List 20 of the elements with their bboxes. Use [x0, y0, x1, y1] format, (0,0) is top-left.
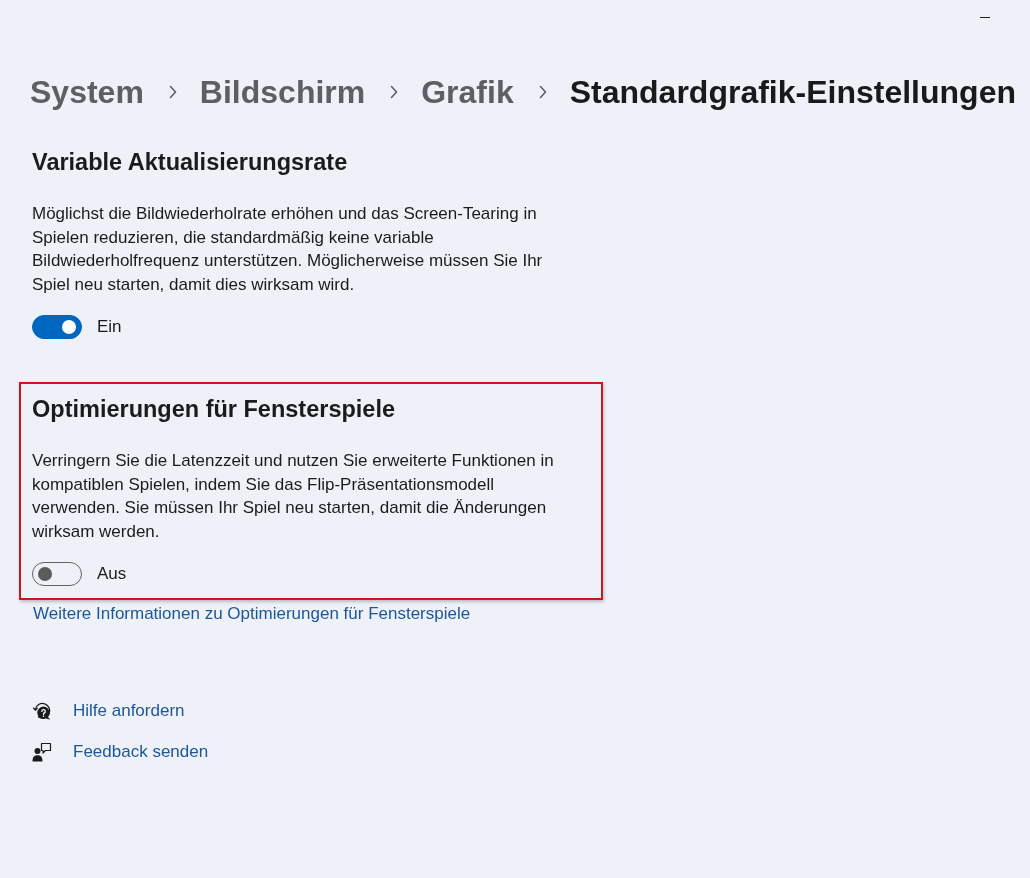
breadcrumb-link[interactable]: System: [30, 72, 144, 112]
help-link[interactable]: Feedback senden: [73, 740, 209, 763]
breadcrumb-link[interactable]: Bildschirm: [199, 72, 366, 112]
breadcrumb-link[interactable]: Grafik: [421, 72, 514, 112]
info-link[interactable]: Weitere Informationen zu Optimierungen für Fensterspiele: [33, 603, 471, 625]
toggle-switch[interactable]: [32, 315, 82, 339]
minimize-icon[interactable]: [980, 16, 990, 18]
help-link[interactable]: Hilfe anfordern: [73, 699, 185, 722]
chevron-icon: [390, 85, 399, 99]
section-description: Verringern Sie die Latenzzeit und nutzen Sie erweiterte Funktionen in kompatiblen Spielen, indem Sie das Flip-Präsentationsmodell verwenden. Sie müssen Ihr Spiel neu starten, damit die Änderungen wirksam werden.: [32, 450, 555, 543]
help-bubble-icon: [32, 700, 52, 721]
chevron-icon: [538, 85, 547, 99]
feedback-person-icon: [32, 741, 52, 762]
chevron-icon: [168, 85, 177, 99]
toggle-state-label: Ein: [97, 316, 122, 338]
section-title: Variable Aktualisierungsrate: [32, 148, 348, 177]
breadcrumb-current: Standardgrafik-Einstellungen: [569, 73, 1016, 112]
section-title: Optimierungen für Fensterspiele: [32, 395, 395, 424]
toggle-state-label: Aus: [97, 563, 127, 585]
section-description: Möglichst die Bildwiederholrate erhöhen und das Screen-Tearing in Spielen reduzieren, die standardmäßig keine variable Bildwiederholfrequenz unterstützen. Möglicherweise müssen Sie Ihr Spiel neu starten, damit dies wirksam wird.: [32, 203, 544, 296]
